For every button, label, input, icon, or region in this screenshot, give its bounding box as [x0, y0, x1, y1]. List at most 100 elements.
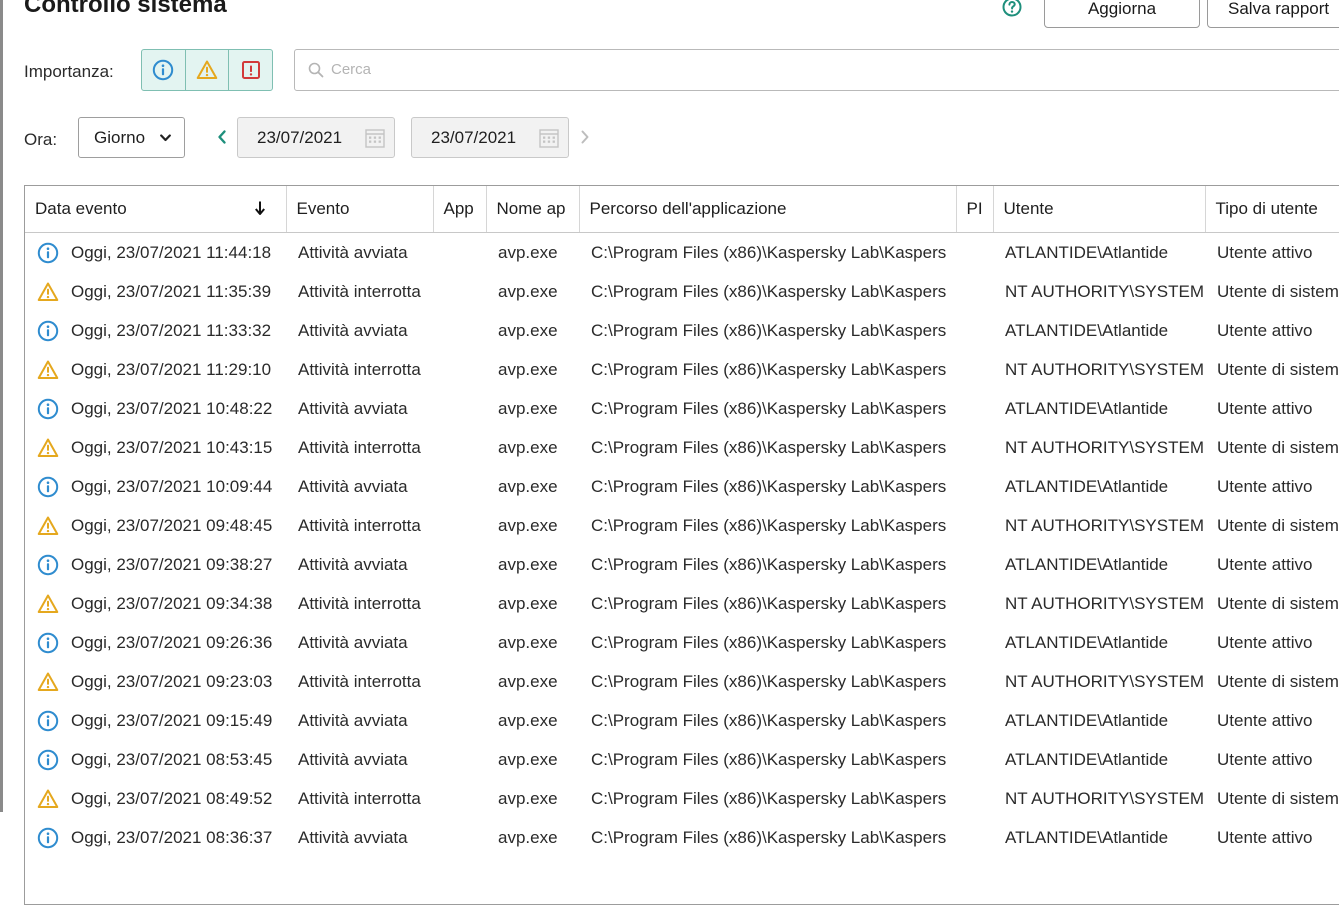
importance-info-toggle[interactable]: [142, 50, 185, 90]
importance-filter: [141, 49, 273, 91]
table-row[interactable]: Oggi, 23/07/2021 08:49:52 Attività interr…: [25, 779, 1339, 818]
table-row[interactable]: Oggi, 23/07/2021 11:29:10 Attività interr…: [25, 350, 1339, 389]
column-header-pid[interactable]: PI: [956, 186, 994, 233]
cell-user-type: Utente di sistema: [1217, 515, 1339, 535]
cell-app-name: avp.exe: [498, 671, 558, 691]
cell-event-date: Oggi, 23/07/2021 09:15:49: [25, 701, 286, 740]
cell-app: [433, 662, 486, 701]
cell-event: Attività interrotta: [298, 593, 421, 613]
refresh-button[interactable]: Aggiorna: [1044, 0, 1200, 28]
info-icon: [153, 59, 174, 81]
info-icon: [37, 827, 59, 848]
cell-event: Attività interrotta: [298, 788, 421, 808]
info-icon: [37, 476, 59, 497]
sort-arrow-down-icon: [254, 201, 265, 215]
cell-app-path: C:\Program Files (x86)\Kaspersky Lab\Kas…: [591, 593, 947, 613]
column-header-date[interactable]: Data evento: [25, 186, 287, 233]
time-period-select[interactable]: Giorno: [78, 117, 185, 158]
cell-event-date: Oggi, 23/07/2021 10:48:22: [25, 389, 286, 428]
table-row[interactable]: Oggi, 23/07/2021 08:53:45 Attività avviat…: [25, 740, 1339, 779]
cell-user: ATLANTIDE\Atlantide: [1005, 554, 1169, 574]
importance-label: Importanza:: [24, 62, 114, 81]
table-row[interactable]: Oggi, 23/07/2021 09:34:38 Attività interr…: [25, 584, 1339, 623]
cell-pid: [956, 701, 993, 740]
cell-event-date: Oggi, 23/07/2021 08:36:37: [25, 818, 286, 857]
cell-user: NT AUTHORITY\SYSTEM: [1005, 515, 1204, 535]
info-level-icon: [37, 749, 59, 771]
table-row[interactable]: Oggi, 23/07/2021 08:36:37 Attività avviat…: [25, 818, 1339, 857]
column-header-app-name[interactable]: Nome ap: [486, 186, 580, 233]
cell-app-path: C:\Program Files (x86)\Kaspersky Lab\Kas…: [591, 359, 947, 379]
cell-app: [433, 311, 486, 350]
cell-user-type: Utente di sistema: [1217, 281, 1339, 301]
column-header-user-type[interactable]: Tipo di utente: [1205, 186, 1339, 233]
cell-event-date: Oggi, 23/07/2021 11:33:32: [25, 311, 286, 350]
cell-pid: [956, 740, 993, 779]
column-header-user[interactable]: Utente: [993, 186, 1206, 233]
info-icon: [37, 398, 59, 419]
warning-icon: [37, 438, 59, 457]
window-left-edge: [0, 0, 3, 812]
table-row[interactable]: Oggi, 23/07/2021 10:48:22 Attività avviat…: [25, 389, 1339, 428]
cell-event: Attività avviata: [298, 476, 408, 496]
cell-pid: [956, 233, 993, 273]
calendar-icon[interactable]: [365, 128, 385, 148]
column-header-app-path[interactable]: Percorso dell'applicazione: [579, 186, 957, 233]
table-row[interactable]: Oggi, 23/07/2021 09:48:45 Attività interr…: [25, 506, 1339, 545]
cell-app: [433, 818, 486, 857]
cell-app: [433, 545, 486, 584]
chevron-down-icon: [160, 134, 171, 142]
cell-event-date: Oggi, 23/07/2021 09:23:03: [25, 662, 286, 701]
importance-warning-toggle[interactable]: [184, 50, 229, 90]
cell-app-path: C:\Program Files (x86)\Kaspersky Lab\Kas…: [591, 671, 947, 691]
info-level-icon: [37, 398, 59, 420]
cell-app: [433, 623, 486, 662]
cell-app-name: avp.exe: [498, 437, 558, 457]
cell-event-date: Oggi, 23/07/2021 08:49:52: [25, 779, 286, 818]
date-to-field[interactable]: 23/07/2021: [411, 117, 569, 158]
cell-user-type: Utente attivo: [1217, 632, 1313, 652]
column-header-app[interactable]: App: [433, 186, 487, 233]
table-row[interactable]: Oggi, 23/07/2021 09:38:27 Attività avviat…: [25, 545, 1339, 584]
cell-pid: [956, 311, 993, 350]
warning-level-icon: [37, 437, 59, 459]
info-level-icon: [37, 710, 59, 732]
table-row[interactable]: Oggi, 23/07/2021 09:23:03 Attività interr…: [25, 662, 1339, 701]
table-row[interactable]: Oggi, 23/07/2021 11:44:18 Attività avviat…: [25, 233, 1339, 273]
importance-critical-toggle[interactable]: [228, 50, 272, 90]
save-report-button[interactable]: Salva rapport: [1207, 0, 1339, 28]
table-row[interactable]: Oggi, 23/07/2021 09:15:49 Attività avviat…: [25, 701, 1339, 740]
chevron-left-icon[interactable]: [216, 129, 228, 145]
table-row[interactable]: Oggi, 23/07/2021 10:43:15 Attività interr…: [25, 428, 1339, 467]
question-circle-icon[interactable]: [1002, 0, 1022, 17]
cell-app-path: C:\Program Files (x86)\Kaspersky Lab\Kas…: [591, 320, 947, 340]
calendar-icon[interactable]: [539, 128, 559, 148]
column-header-event[interactable]: Evento: [286, 186, 434, 233]
cell-user: NT AUTHORITY\SYSTEM: [1005, 437, 1204, 457]
chevron-right-icon[interactable]: [579, 129, 591, 145]
search-input[interactable]: [329, 60, 933, 79]
cell-app: [433, 272, 486, 311]
date-from-field[interactable]: 23/07/2021: [237, 117, 395, 158]
cell-user-type: Utente attivo: [1217, 320, 1313, 340]
cell-app-path: C:\Program Files (x86)\Kaspersky Lab\Kas…: [591, 398, 947, 418]
warning-level-icon: [37, 281, 59, 303]
cell-user-type: Utente di sistema: [1217, 437, 1339, 457]
cell-pid: [956, 389, 993, 428]
cell-app-name: avp.exe: [498, 554, 558, 574]
cell-app-path: C:\Program Files (x86)\Kaspersky Lab\Kas…: [591, 476, 947, 496]
cell-pid: [956, 428, 993, 467]
table-row[interactable]: Oggi, 23/07/2021 10:09:44 Attività avviat…: [25, 467, 1339, 506]
cell-app: [433, 428, 486, 467]
cell-app-name: avp.exe: [498, 632, 558, 652]
cell-app-name: avp.exe: [498, 320, 558, 340]
cell-event-date: Oggi, 23/07/2021 11:35:39: [25, 272, 286, 311]
cell-event: Attività avviata: [298, 632, 408, 652]
cell-app-name: avp.exe: [498, 242, 558, 262]
table-row[interactable]: Oggi, 23/07/2021 11:33:32 Attività avviat…: [25, 311, 1339, 350]
cell-app-path: C:\Program Files (x86)\Kaspersky Lab\Kas…: [591, 437, 947, 457]
cell-event-date: Oggi, 23/07/2021 10:43:15: [25, 428, 286, 467]
cell-user-type: Utente di sistema: [1217, 593, 1339, 613]
table-row[interactable]: Oggi, 23/07/2021 09:26:36 Attività avviat…: [25, 623, 1339, 662]
table-row[interactable]: Oggi, 23/07/2021 11:35:39 Attività interr…: [25, 272, 1339, 311]
